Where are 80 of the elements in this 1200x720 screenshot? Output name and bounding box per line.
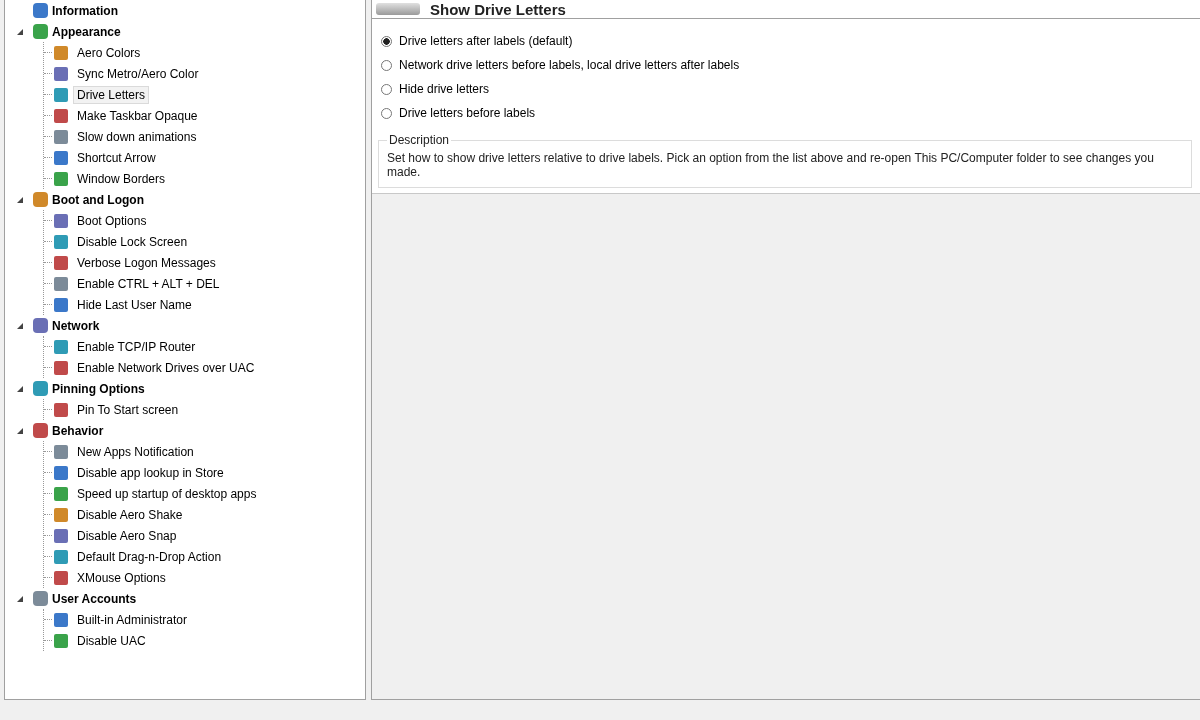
collapse-icon[interactable] (17, 595, 23, 602)
tree-item[interactable]: Drive Letters (73, 85, 150, 104)
tree-item[interactable]: Built-in Administrator (73, 610, 192, 629)
tree-item[interactable]: XMouse Options (73, 568, 170, 587)
tree-item[interactable]: New Apps Notification (73, 442, 198, 461)
setting-icon (54, 108, 68, 123)
category-icon (33, 192, 48, 207)
setting-icon (54, 486, 68, 501)
collapse-icon[interactable] (17, 427, 23, 434)
tree-item[interactable]: Disable Aero Shake (73, 505, 187, 524)
setting-icon (54, 45, 68, 60)
panel-title: Show Drive Letters (430, 0, 566, 18)
category-icon (33, 3, 48, 18)
option-label[interactable]: Hide drive letters (399, 82, 490, 96)
tree-item[interactable]: Shortcut Arrow (73, 148, 160, 167)
setting-icon (54, 213, 68, 228)
category-icon (33, 24, 48, 39)
category-label[interactable]: Pinning Options (52, 381, 145, 396)
setting-icon (54, 507, 68, 522)
setting-icon (54, 444, 68, 459)
collapse-icon[interactable] (17, 322, 23, 329)
category-label[interactable]: Boot and Logon (52, 192, 144, 207)
setting-icon (54, 171, 68, 186)
category-icon (33, 591, 48, 606)
option-label[interactable]: Drive letters before labels (399, 106, 536, 120)
setting-icon (54, 234, 68, 249)
collapse-icon[interactable] (17, 385, 23, 392)
tree-item[interactable]: Disable Lock Screen (73, 232, 192, 251)
option-label[interactable]: Drive letters after labels (default) (399, 34, 573, 48)
radio-button[interactable] (381, 107, 392, 119)
tree-item[interactable]: Aero Colors (73, 43, 145, 62)
setting-icon (54, 549, 68, 564)
radio-button[interactable] (381, 35, 392, 47)
setting-icon (54, 570, 68, 585)
setting-icon (54, 150, 68, 165)
setting-icon (54, 129, 68, 144)
tree-item[interactable]: Window Borders (73, 169, 170, 188)
category-label[interactable]: Appearance (52, 24, 121, 39)
drive-icon (376, 3, 420, 15)
setting-icon (54, 402, 68, 417)
setting-icon (54, 360, 68, 375)
tree-item[interactable]: Disable Aero Snap (73, 526, 181, 545)
tree-item[interactable]: Speed up startup of desktop apps (73, 484, 261, 503)
collapse-icon[interactable] (17, 28, 23, 35)
tree-item[interactable]: Boot Options (73, 211, 151, 230)
tree-item[interactable]: Hide Last User Name (73, 295, 196, 314)
setting-icon (54, 465, 68, 480)
setting-icon (54, 528, 68, 543)
setting-icon (54, 633, 68, 648)
setting-icon (54, 66, 68, 81)
setting-icon (54, 276, 68, 291)
tree-item[interactable]: Default Drag-n-Drop Action (73, 547, 226, 566)
category-icon (33, 318, 48, 333)
tree-item[interactable]: Pin To Start screen (73, 400, 183, 419)
setting-icon (54, 255, 68, 270)
setting-icon (54, 612, 68, 627)
option-label[interactable]: Network drive letters before labels, local drive letters after labels (399, 58, 740, 72)
tree-item[interactable]: Enable Network Drives over UAC (73, 358, 259, 377)
tree-item[interactable]: Disable UAC (73, 631, 150, 650)
group-label: Description (388, 133, 451, 147)
tree-item[interactable]: Sync Metro/Aero Color (73, 64, 203, 83)
category-label[interactable]: Information (52, 3, 118, 18)
tree-item[interactable]: Make Taskbar Opaque (73, 106, 202, 125)
setting-icon (54, 87, 68, 102)
tree-item[interactable]: Slow down animations (73, 127, 201, 146)
tree-item[interactable]: Enable CTRL + ALT + DEL (73, 274, 224, 293)
tree-item[interactable]: Disable app lookup in Store (73, 463, 228, 482)
setting-icon (54, 339, 68, 354)
category-label[interactable]: User Accounts (52, 591, 137, 606)
radio-button[interactable] (381, 83, 392, 95)
tree-item[interactable]: Enable TCP/IP Router (73, 337, 200, 356)
category-icon (33, 423, 48, 438)
category-label[interactable]: Network (52, 318, 100, 333)
setting-icon (54, 297, 68, 312)
category-label[interactable]: Behavior (52, 423, 104, 438)
radio-button[interactable] (381, 59, 392, 71)
category-icon (33, 381, 48, 396)
collapse-icon[interactable] (17, 196, 23, 203)
tree-item[interactable]: Verbose Logon Messages (73, 253, 220, 272)
description-text: Set how to show drive letters relative to drive labels. Pick an option from the list above and re-open This PC/Computer folder to see changes you made. (387, 151, 1155, 179)
